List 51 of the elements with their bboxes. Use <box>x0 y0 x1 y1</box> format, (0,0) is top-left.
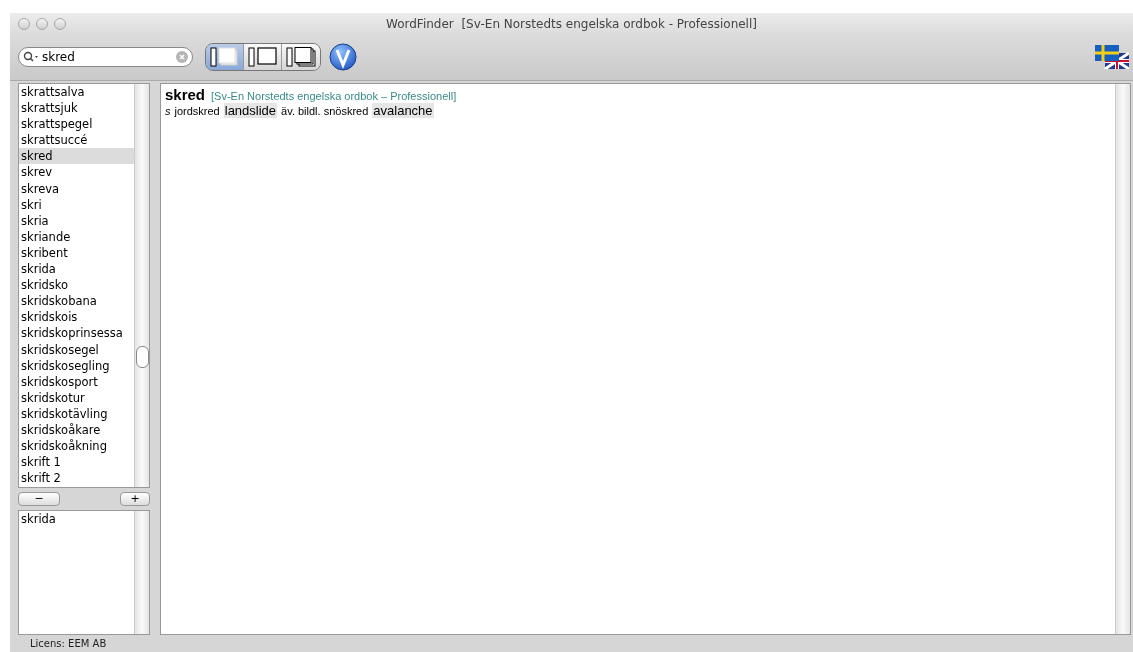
word-list-item[interactable]: skridskosegel <box>19 341 134 358</box>
clear-icon[interactable] <box>176 51 188 63</box>
dictionary-source: [Sv-En Norstedts engelska ordbok – Professionell] <box>211 90 457 102</box>
history-item[interactable]: skrida <box>19 511 134 528</box>
word-list-item[interactable]: skridskoprinsessa <box>19 325 134 342</box>
headword: skred <box>165 86 206 103</box>
word-list-item[interactable]: skrift 1 <box>19 454 134 471</box>
window-title: WordFinder [Sv-En Norstedts engelska ordbok - Professionell] <box>386 16 757 31</box>
scrollbar[interactable] <box>134 84 149 487</box>
translation-text: avalanche <box>372 103 434 118</box>
word-list-item[interactable]: skri <box>19 196 134 213</box>
word-list-item[interactable]: skridskobana <box>19 293 134 310</box>
word-list-item[interactable]: skrattsjuk <box>19 100 134 117</box>
close-button[interactable] <box>18 17 30 30</box>
definition-text: jordskred <box>174 105 220 117</box>
word-list-item[interactable]: skrattsalva <box>19 84 134 101</box>
word-list-item[interactable]: skred <box>19 148 134 165</box>
search-icon <box>23 51 39 63</box>
view-mode-button[interactable] <box>206 44 244 70</box>
scrollbar[interactable] <box>1115 84 1130 634</box>
v-logo-button[interactable] <box>329 43 357 71</box>
word-list-item[interactable]: skridskoåkning <box>19 438 134 455</box>
flags-icon[interactable] <box>1095 45 1129 69</box>
word-list-item[interactable]: skria <box>19 212 134 229</box>
status-text: Licens: EEM AB <box>30 638 107 649</box>
add-button[interactable]: + <box>120 492 150 506</box>
view-mode-button[interactable] <box>282 44 320 70</box>
view-mode-button[interactable] <box>244 44 282 70</box>
word-list-item[interactable]: skridskotävling <box>19 405 134 422</box>
grammar-label: s <box>165 105 171 117</box>
word-list-item[interactable]: skrev <box>19 164 134 181</box>
word-list-item[interactable]: skridskosport <box>19 373 134 390</box>
definition-text: äv. bildl. snöskred <box>281 105 369 117</box>
word-list-item[interactable]: skridskosegling <box>19 357 134 374</box>
word-list-item[interactable]: skreva <box>19 180 134 197</box>
zoom-button[interactable] <box>54 17 66 30</box>
remove-button[interactable]: − <box>18 492 60 506</box>
word-list-item[interactable]: skriande <box>19 228 134 245</box>
word-list-item[interactable]: skridskotur <box>19 389 134 406</box>
word-list-item[interactable]: skridskois <box>19 309 134 326</box>
search-field[interactable]: skred <box>18 47 193 67</box>
minimize-button[interactable] <box>36 17 48 30</box>
scrollbar[interactable] <box>134 511 149 634</box>
word-list-item[interactable]: skrida <box>19 261 134 278</box>
word-list-item[interactable]: skrattsuccé <box>19 132 134 149</box>
word-list-item[interactable]: skribent <box>19 244 134 262</box>
translation-text: landslide <box>223 103 278 118</box>
word-list-item[interactable]: skridsko <box>19 277 134 294</box>
word-list-item[interactable]: skrattspegel <box>19 116 134 133</box>
word-list-item[interactable]: skrift 2 <box>19 470 134 487</box>
word-list-item[interactable]: skridskoåkare <box>19 421 134 439</box>
